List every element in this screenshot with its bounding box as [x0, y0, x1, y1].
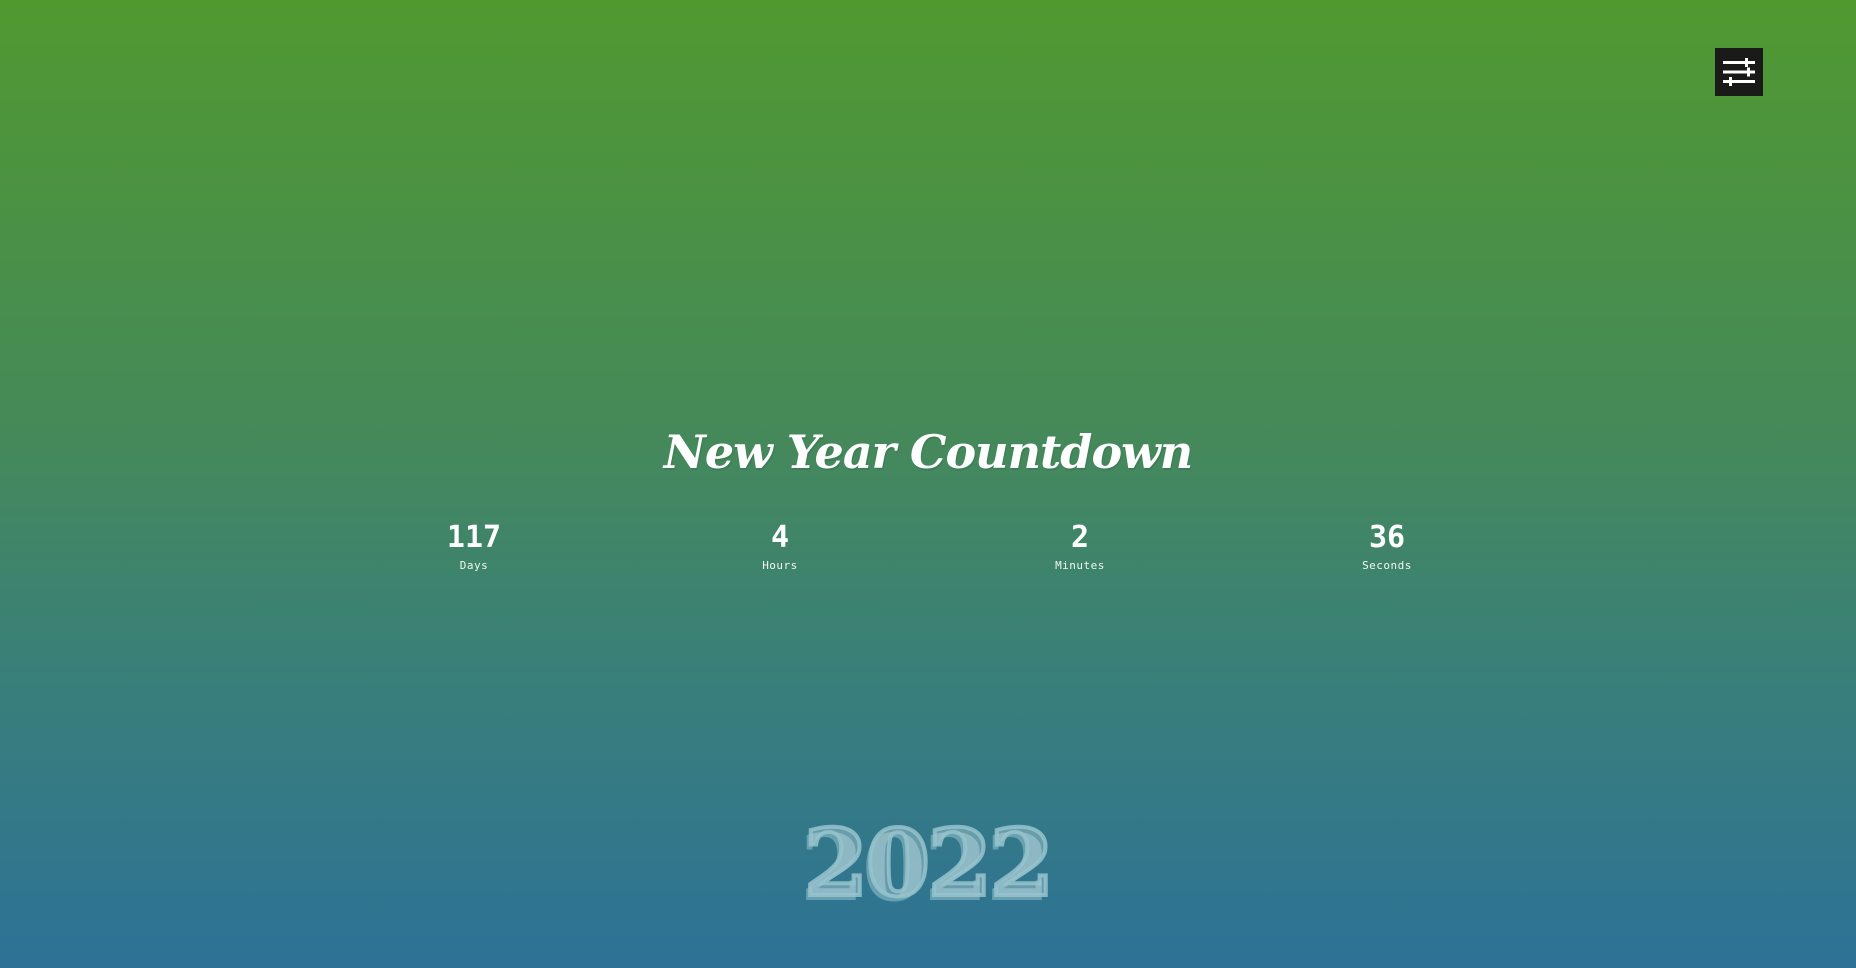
countdown-days: 117 Days: [394, 518, 554, 574]
sliders-icon: [1723, 58, 1755, 86]
countdown-hours: 4 Hours: [700, 518, 860, 574]
page-title: New Year Countdown: [663, 425, 1193, 479]
seconds-value: 36: [1368, 520, 1406, 555]
minutes-label: Minutes: [1055, 559, 1105, 572]
days-label: Days: [459, 559, 489, 572]
countdown-seconds: 36 Seconds: [1307, 518, 1467, 574]
seconds-label: Seconds: [1362, 559, 1412, 572]
countdown-timer: 117 Days 4 Hours 2 Minutes 36 Seconds: [0, 518, 1856, 578]
hours-value: 4: [770, 520, 790, 555]
minutes-value: 2: [1070, 520, 1090, 555]
year-display: 2022: [802, 807, 1056, 919]
settings-button[interactable]: [1715, 48, 1763, 96]
hours-label: Hours: [762, 559, 798, 572]
days-value: 117: [446, 520, 502, 555]
countdown-minutes: 2 Minutes: [1000, 518, 1160, 574]
